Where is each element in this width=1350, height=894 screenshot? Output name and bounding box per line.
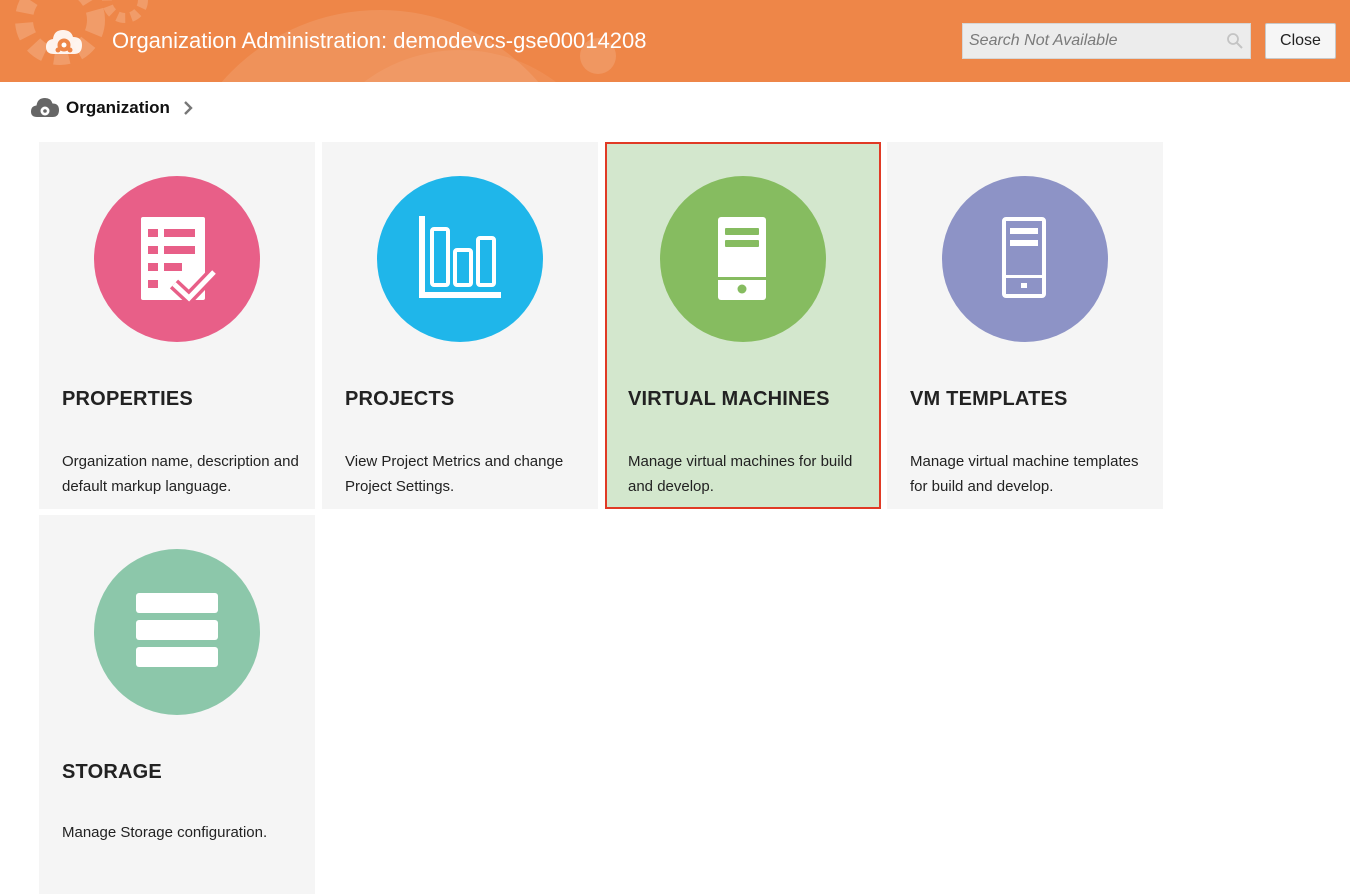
cloud-logo-icon — [46, 30, 82, 54]
page-title: Organization Administration: demodevcs-g… — [112, 28, 647, 53]
storage-stack-icon — [136, 593, 218, 667]
card-vm-templates[interactable]: VM TEMPLATES Manage virtual machine temp… — [887, 142, 1163, 509]
card-description: View Project Metrics and change Project … — [345, 453, 564, 495]
cloud-icon — [31, 98, 59, 117]
card-properties[interactable]: PROPERTIES Organization name, descriptio… — [39, 142, 315, 509]
breadcrumb-item-organization[interactable]: Organization — [66, 98, 170, 118]
app-header: Organization Administration: demodevcs-g… — [0, 0, 1350, 82]
chevron-right-icon — [184, 101, 193, 115]
search-input[interactable] — [963, 31, 1221, 51]
bar-chart-icon — [419, 216, 501, 298]
close-button[interactable]: Close — [1265, 23, 1336, 59]
projects-circle — [377, 176, 543, 342]
card-title: PROPERTIES — [62, 388, 193, 410]
card-projects[interactable]: PROJECTS View Project Metrics and change… — [322, 142, 598, 509]
search-box[interactable] — [962, 23, 1251, 59]
virtual-machines-circle — [660, 176, 826, 342]
card-title: VIRTUAL MACHINES — [628, 388, 830, 410]
card-description: Manage virtual machines for build and de… — [628, 453, 853, 495]
card-virtual-machines[interactable]: VIRTUAL MACHINES Manage virtual machines… — [605, 142, 881, 509]
card-description: Manage Storage configuration. — [62, 824, 268, 841]
card-title: VM TEMPLATES — [910, 388, 1068, 410]
card-description: Organization name, description and defau… — [62, 453, 299, 495]
card-title: PROJECTS — [345, 388, 455, 410]
card-title: STORAGE — [62, 761, 162, 783]
vm-templates-circle — [942, 176, 1108, 342]
storage-circle — [94, 549, 260, 715]
properties-circle — [94, 176, 260, 342]
server-outline-icon — [1002, 217, 1046, 298]
search-icon[interactable] — [1226, 32, 1244, 50]
breadcrumb: Organization — [30, 94, 194, 122]
server-icon — [718, 217, 766, 300]
card-description: Manage virtual machine templates for bui… — [910, 453, 1139, 495]
card-storage[interactable]: STORAGE Manage Storage configuration. — [39, 515, 315, 894]
checklist-icon — [141, 217, 219, 307]
